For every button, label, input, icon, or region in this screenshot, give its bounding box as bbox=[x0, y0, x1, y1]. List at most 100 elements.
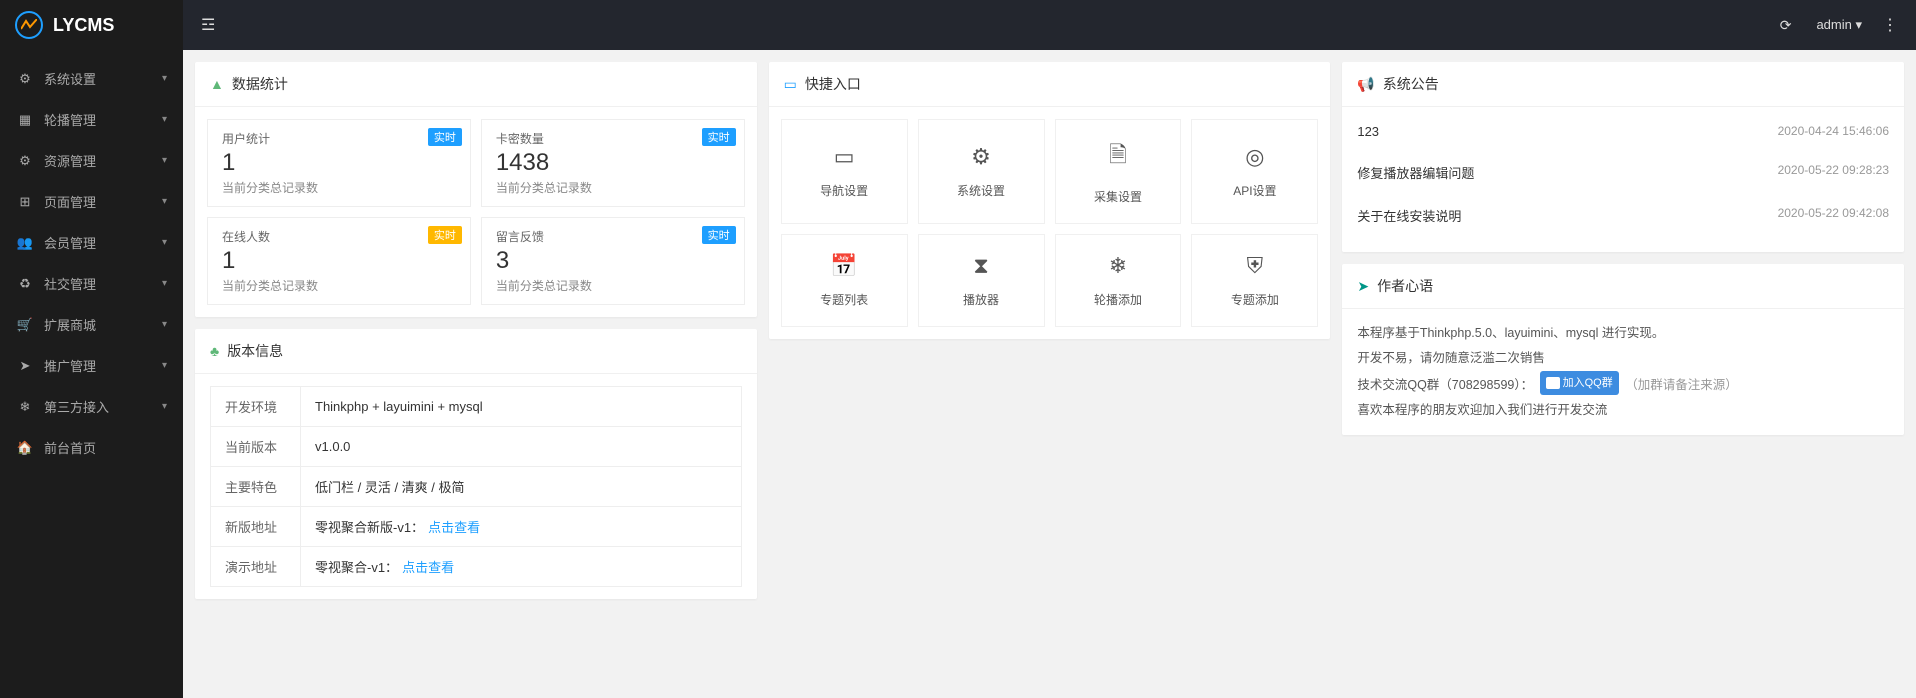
author-line: 技术交流QQ群（708298599）： 加入QQ群 （加群请备注来源） bbox=[1357, 371, 1889, 398]
user-menu[interactable]: admin ▾ bbox=[1816, 17, 1862, 33]
ver-key: 主要特色 bbox=[211, 467, 301, 507]
sidebar-item-promote[interactable]: ➤ 推广管理 ▾ bbox=[0, 345, 183, 386]
sidebar-item-system[interactable]: ⚙ 系统设置 ▾ bbox=[0, 58, 183, 99]
version-table: 开发环境 Thinkphp + layuimini + mysql 当前版本 v… bbox=[210, 386, 742, 587]
target-icon: ◎ bbox=[1245, 144, 1264, 170]
version-card: ♣ 版本信息 开发环境 Thinkphp + layuimini + mysql… bbox=[195, 329, 757, 599]
sidebar-item-frontend[interactable]: 🏠 前台首页 bbox=[0, 427, 183, 468]
stat-value: 1438 bbox=[496, 149, 730, 177]
stat-card-count: 卡密数量 1438 当前分类总记录数 实时 bbox=[481, 119, 745, 207]
sidebar-item-label: 前台首页 bbox=[44, 438, 167, 457]
ver-link[interactable]: 点击查看 bbox=[428, 520, 480, 535]
stat-value: 1 bbox=[222, 149, 456, 177]
author-line: 本程序基于Thinkphp.5.0、layuimini、mysql 进行实现。 bbox=[1357, 321, 1889, 346]
sidebar-item-label: 系统设置 bbox=[44, 69, 162, 88]
ver-key: 演示地址 bbox=[211, 547, 301, 587]
quick-label: 专题列表 bbox=[820, 291, 868, 308]
card-title: 版本信息 bbox=[227, 341, 283, 361]
chevron-down-icon: ▾ bbox=[162, 155, 167, 166]
stat-badge: 实时 bbox=[428, 226, 462, 244]
sidebar-item-label: 第三方接入 bbox=[44, 397, 162, 416]
ver-val-prefix: 零视聚合-v1： bbox=[315, 560, 398, 575]
sidebar-item-member[interactable]: 👥 会员管理 ▾ bbox=[0, 222, 183, 263]
gear-icon: ⚙ bbox=[16, 71, 34, 87]
author-card: ➤ 作者心语 本程序基于Thinkphp.5.0、layuimini、mysql… bbox=[1342, 264, 1904, 435]
quick-label: 导航设置 bbox=[820, 182, 868, 199]
ver-key: 开发环境 bbox=[211, 387, 301, 427]
calendar-icon: 📅 bbox=[830, 253, 857, 279]
quick-label: 系统设置 bbox=[957, 182, 1005, 199]
quick-player[interactable]: ⧗ 播放器 bbox=[918, 234, 1045, 327]
stat-sub: 当前分类总记录数 bbox=[496, 179, 730, 196]
cart-icon: 🛒 bbox=[16, 317, 34, 333]
quick-label: 采集设置 bbox=[1094, 188, 1142, 205]
gears-icon: ⚙ bbox=[16, 153, 34, 169]
sidebar-item-label: 页面管理 bbox=[44, 192, 162, 211]
send-icon: ➤ bbox=[1357, 278, 1369, 295]
announcement-title: 123 bbox=[1357, 124, 1379, 139]
quick-topic-list[interactable]: 📅 专题列表 bbox=[781, 234, 908, 327]
announcement-title: 修复播放器编辑问题 bbox=[1357, 163, 1474, 182]
brand-name: LYCMS bbox=[53, 15, 114, 36]
topbar: ☲ ⟳ admin ▾ ⋮ bbox=[183, 0, 1916, 50]
chevron-down-icon: ▾ bbox=[162, 196, 167, 207]
fire-icon: ♣ bbox=[210, 343, 219, 359]
sidebar-item-carousel[interactable]: ▦ 轮播管理 ▾ bbox=[0, 99, 183, 140]
table-row: 开发环境 Thinkphp + layuimini + mysql bbox=[211, 387, 742, 427]
sidebar-item-social[interactable]: ♻ 社交管理 ▾ bbox=[0, 263, 183, 304]
home-icon: 🏠 bbox=[16, 440, 34, 456]
quick-topic-add[interactable]: ⛨ 专题添加 bbox=[1191, 234, 1318, 327]
announcement-time: 2020-05-22 09:42:08 bbox=[1778, 206, 1889, 225]
card-title: 快捷入口 bbox=[805, 74, 861, 94]
gears-icon: ⚙ bbox=[971, 144, 991, 170]
qq-icon bbox=[1546, 377, 1560, 389]
sidebar-item-page[interactable]: ⊞ 页面管理 ▾ bbox=[0, 181, 183, 222]
ver-val: Thinkphp + layuimini + mysql bbox=[301, 387, 742, 427]
stat-label: 用户统计 bbox=[222, 130, 456, 147]
qq-group-button[interactable]: 加入QQ群 bbox=[1540, 371, 1619, 395]
announcement-item[interactable]: 关于在线安装说明 2020-05-22 09:42:08 bbox=[1357, 194, 1889, 237]
brand-logo-icon bbox=[15, 11, 43, 39]
chevron-down-icon: ▾ bbox=[162, 278, 167, 289]
ver-link[interactable]: 点击查看 bbox=[402, 560, 454, 575]
more-menu-icon[interactable]: ⋮ bbox=[1882, 15, 1898, 35]
quick-collect-settings[interactable]: 🗎 采集设置 bbox=[1055, 119, 1182, 224]
sidebar: LYCMS ⚙ 系统设置 ▾ ▦ 轮播管理 ▾ ⚙ 资源管理 ▾ ⊞ 页面管理 … bbox=[0, 0, 183, 698]
announcement-time: 2020-04-24 15:46:06 bbox=[1778, 124, 1889, 139]
card-title: 数据统计 bbox=[232, 74, 288, 94]
windows-icon: ⊞ bbox=[16, 194, 34, 210]
quick-api-settings[interactable]: ◎ API设置 bbox=[1191, 119, 1318, 224]
quick-nav-settings[interactable]: ▭ 导航设置 bbox=[781, 119, 908, 224]
quick-label: 专题添加 bbox=[1231, 291, 1279, 308]
sidebar-item-label: 轮播管理 bbox=[44, 110, 162, 129]
announcement-card: 📢 系统公告 123 2020-04-24 15:46:06 修复播放器编辑问题… bbox=[1342, 62, 1904, 252]
quick-system-settings[interactable]: ⚙ 系统设置 bbox=[918, 119, 1045, 224]
hourglass-icon: ⧗ bbox=[973, 253, 988, 279]
ver-key: 新版地址 bbox=[211, 507, 301, 547]
carousel-icon: ▦ bbox=[16, 112, 34, 128]
sidebar-item-thirdparty[interactable]: ❄ 第三方接入 ▾ bbox=[0, 386, 183, 427]
stat-badge: 实时 bbox=[428, 128, 462, 146]
sidebar-toggle-icon[interactable]: ☲ bbox=[201, 15, 215, 35]
announcement-item[interactable]: 123 2020-04-24 15:46:06 bbox=[1357, 112, 1889, 151]
stat-sub: 当前分类总记录数 bbox=[222, 277, 456, 294]
sidebar-item-store[interactable]: 🛒 扩展商城 ▾ bbox=[0, 304, 183, 345]
table-row: 当前版本 v1.0.0 bbox=[211, 427, 742, 467]
announcement-item[interactable]: 修复播放器编辑问题 2020-05-22 09:28:23 bbox=[1357, 151, 1889, 194]
brand-logo[interactable]: LYCMS bbox=[0, 0, 183, 50]
stat-label: 在线人数 bbox=[222, 228, 456, 245]
chevron-down-icon: ▾ bbox=[162, 237, 167, 248]
table-row: 新版地址 零视聚合新版-v1： 点击查看 bbox=[211, 507, 742, 547]
chevron-down-icon: ▾ bbox=[162, 114, 167, 125]
stat-online-count: 在线人数 1 当前分类总记录数 实时 bbox=[207, 217, 471, 305]
ver-val: 低门栏 / 灵活 / 清爽 / 极简 bbox=[301, 467, 742, 507]
author-text: 技术交流QQ群（708298599）： bbox=[1357, 378, 1533, 392]
sidebar-item-resource[interactable]: ⚙ 资源管理 ▾ bbox=[0, 140, 183, 181]
ver-val-prefix: 零视聚合新版-v1： bbox=[315, 520, 424, 535]
quick-label: 播放器 bbox=[963, 291, 999, 308]
refresh-button[interactable]: ⟳ bbox=[1780, 17, 1792, 34]
sidebar-item-label: 推广管理 bbox=[44, 356, 162, 375]
table-row: 演示地址 零视聚合-v1： 点击查看 bbox=[211, 547, 742, 587]
quick-carousel-add[interactable]: ❄ 轮播添加 bbox=[1055, 234, 1182, 327]
sidebar-item-label: 社交管理 bbox=[44, 274, 162, 293]
